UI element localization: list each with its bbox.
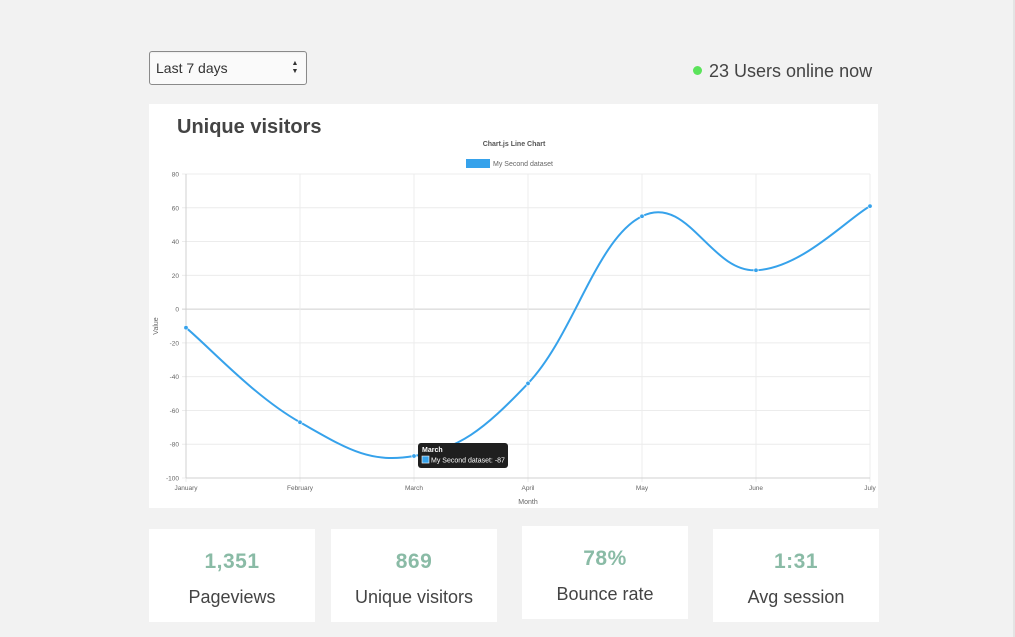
x-tick-label: March	[405, 485, 423, 492]
chart-tooltip: March My Second dataset: -87	[418, 443, 508, 469]
x-tick-label: June	[749, 485, 763, 492]
legend-swatch[interactable]	[466, 159, 490, 168]
stat-value: 1:31	[773, 550, 819, 573]
y-axis-ticks: 80 60 40 20 0 -20 -40 -60 -80 -100	[166, 172, 179, 483]
x-axis-label: Month	[518, 499, 538, 506]
data-point[interactable]	[411, 453, 417, 459]
data-point[interactable]	[297, 419, 303, 425]
date-range-value: Last 7 days	[156, 60, 228, 76]
x-tick-label: February	[287, 485, 314, 492]
tooltip-title: March	[422, 447, 443, 454]
y-tick-label: 60	[172, 205, 180, 212]
stat-value: 78%	[583, 547, 627, 570]
y-axis-label: Value	[153, 317, 160, 334]
data-point[interactable]	[867, 203, 873, 209]
date-range-select[interactable]: Last 7 days ▲ ▼	[149, 51, 307, 85]
y-tick-label: -80	[170, 442, 180, 449]
y-tick-label: 40	[172, 239, 180, 246]
stat-label: Avg session	[747, 587, 845, 607]
stat-unique-visitors: 869 Unique visitors	[331, 529, 497, 622]
y-tick-label: 20	[172, 273, 180, 280]
y-tick-label: -40	[170, 374, 180, 381]
stat-value: 869	[395, 550, 433, 573]
x-tick-label: May	[636, 485, 649, 492]
stat-label: Pageviews	[188, 587, 276, 607]
unique-visitors-card: Unique visitors Chart.js Line Chart My S…	[149, 104, 878, 508]
data-point[interactable]	[183, 325, 189, 331]
data-point[interactable]	[639, 213, 645, 219]
tooltip-swatch	[421, 455, 430, 464]
chart-grid	[182, 173, 871, 482]
stat-pageviews: 1,351 Pageviews	[149, 529, 315, 622]
stat-label: Bounce rate	[556, 584, 654, 604]
legend-label[interactable]: My Second dataset	[493, 161, 553, 168]
users-online-indicator: 23 Users online now	[693, 60, 872, 82]
line-chart[interactable]: Chart.js Line Chart My Second dataset 80…	[149, 104, 878, 508]
stat-avg-session: 1:31 Avg session	[713, 529, 879, 622]
data-point[interactable]	[525, 380, 531, 386]
x-tick-label: July	[864, 485, 876, 492]
chart-title: Chart.js Line Chart	[483, 141, 546, 148]
x-tick-label: April	[521, 485, 535, 492]
y-tick-label: 0	[175, 307, 179, 314]
data-point[interactable]	[753, 267, 759, 273]
stat-label: Unique visitors	[354, 587, 474, 607]
y-tick-label: -20	[170, 340, 180, 347]
select-arrows-icon: ▲ ▼	[291, 60, 299, 75]
users-online-text: 23 Users online now	[709, 61, 873, 81]
y-tick-label: 80	[172, 172, 180, 179]
x-axis-ticks: January February March April May June July	[174, 485, 876, 492]
online-status-dot-icon	[693, 66, 702, 75]
x-tick-label: January	[174, 485, 198, 492]
stat-bounce-rate: 78% Bounce rate	[522, 526, 688, 619]
y-tick-label: -60	[170, 408, 180, 415]
tooltip-text: My Second dataset: -87	[431, 458, 505, 465]
stat-value: 1,351	[204, 550, 260, 573]
y-tick-label: -100	[166, 476, 179, 483]
